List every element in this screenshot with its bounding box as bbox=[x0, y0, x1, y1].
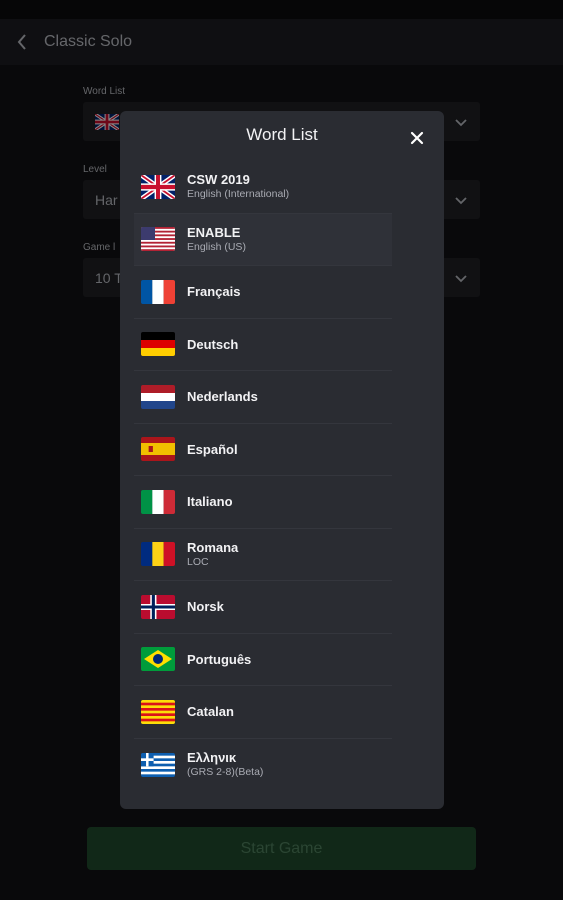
list-item-subtitle: (GRS 2-8)(Beta) bbox=[187, 766, 264, 779]
list-item-greek[interactable]: Ελληνικ (GRS 2-8)(Beta) bbox=[134, 739, 392, 792]
us-flag-icon bbox=[141, 227, 175, 252]
list-item-italiano[interactable]: Italiano bbox=[134, 476, 392, 529]
list-item-name: Italiano bbox=[187, 494, 233, 510]
list-item-catalan[interactable]: Catalan bbox=[134, 686, 392, 739]
catalonia-flag-icon bbox=[141, 699, 175, 724]
close-button[interactable] bbox=[408, 129, 426, 147]
list-item-subtitle: LOC bbox=[187, 555, 209, 568]
list-item-name: Nederlands bbox=[187, 389, 258, 405]
spain-flag-icon bbox=[141, 437, 175, 462]
list-item-deutsch[interactable]: Deutsch bbox=[134, 319, 392, 371]
list-item-name: Français bbox=[187, 284, 241, 300]
list-item-name: Romana bbox=[187, 539, 239, 555]
list-item-name: ENABLE bbox=[187, 224, 241, 240]
close-icon bbox=[410, 131, 424, 145]
france-flag-icon bbox=[141, 279, 175, 304]
list-item-name: Ελληνικ bbox=[187, 750, 237, 766]
brazil-flag-icon bbox=[141, 647, 175, 672]
netherlands-flag-icon bbox=[141, 384, 175, 409]
list-item-name: CSW 2019 bbox=[187, 172, 250, 188]
word-list-modal: Word List CSW 2019 English (Internationa… bbox=[120, 111, 444, 809]
norway-flag-icon bbox=[141, 594, 175, 619]
list-item-name: Norsk bbox=[187, 599, 224, 615]
list-item-romana[interactable]: Romana LOC bbox=[134, 529, 392, 581]
list-item-name: Português bbox=[187, 651, 252, 667]
word-list: CSW 2019 English (International) ENABLE … bbox=[134, 161, 392, 791]
list-item-subtitle: English (International) bbox=[187, 188, 290, 201]
list-item-enable[interactable]: ENABLE English (US) bbox=[134, 213, 392, 266]
list-item-csw[interactable]: CSW 2019 English (International) bbox=[134, 161, 392, 214]
list-item-name: Deutsch bbox=[187, 336, 239, 352]
modal-title: Word List bbox=[246, 125, 318, 144]
list-item-nederlands[interactable]: Nederlands bbox=[134, 371, 392, 424]
germany-flag-icon bbox=[141, 332, 175, 357]
list-item-subtitle: English (US) bbox=[187, 240, 246, 253]
list-item-name: Catalan bbox=[187, 704, 234, 720]
romania-flag-icon bbox=[141, 542, 175, 567]
italy-flag-icon bbox=[141, 489, 175, 514]
list-item-espanol[interactable]: Español bbox=[134, 424, 392, 476]
uk-flag-icon bbox=[141, 174, 175, 199]
list-item-portugues[interactable]: Português bbox=[134, 634, 392, 686]
list-item-norsk[interactable]: Norsk bbox=[134, 581, 392, 634]
greece-flag-icon bbox=[141, 752, 175, 777]
list-item-francais[interactable]: Français bbox=[134, 266, 392, 319]
list-item-name: Español bbox=[187, 441, 238, 457]
